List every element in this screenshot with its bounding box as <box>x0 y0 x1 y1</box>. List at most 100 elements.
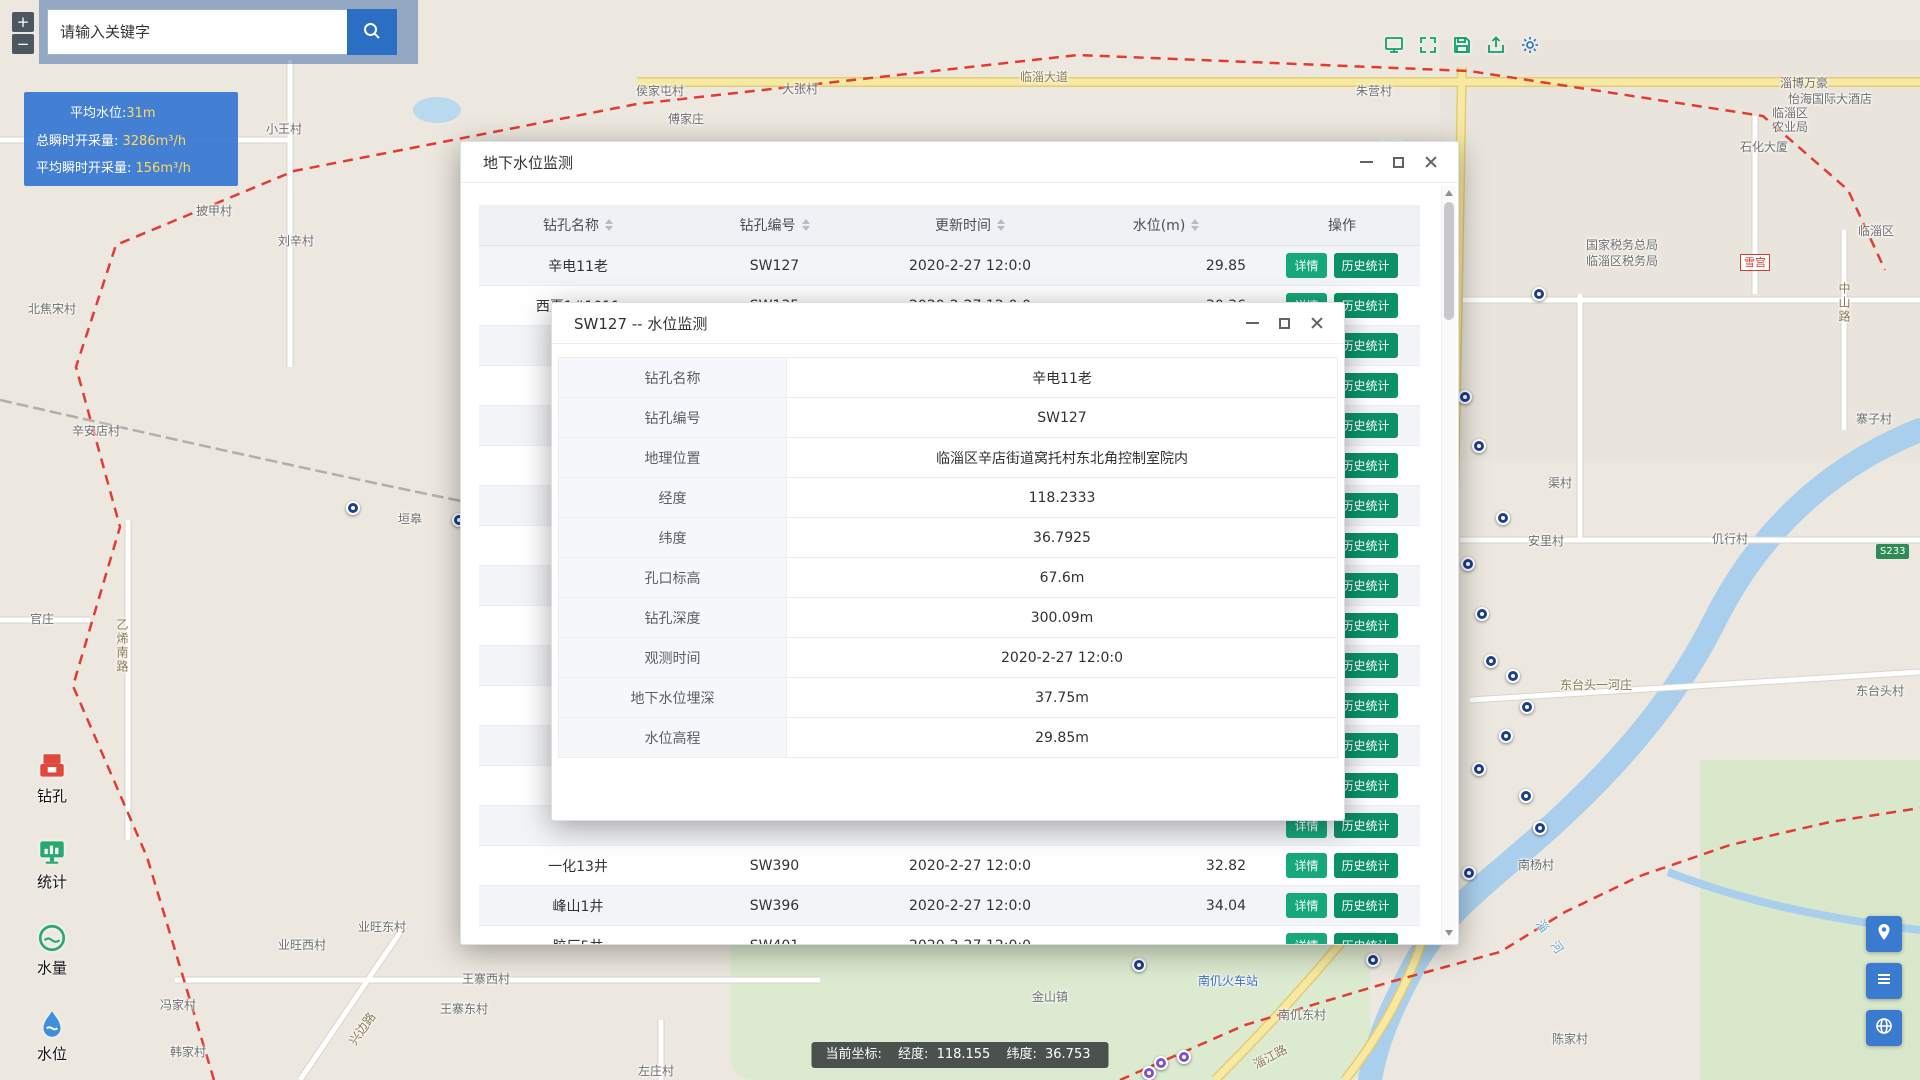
sort-asc-icon[interactable] <box>802 219 810 224</box>
well-marker[interactable] <box>1472 762 1486 776</box>
column-header-0[interactable]: 钻孔名称 <box>479 205 677 245</box>
settings-icon[interactable] <box>1520 35 1540 55</box>
sort-desc-icon[interactable] <box>997 226 1005 231</box>
sort-icon[interactable] <box>802 219 810 231</box>
dialog-titlebar[interactable]: 地下水位监测 <box>461 142 1458 183</box>
map-label: 辛安店村 <box>72 422 120 439</box>
close-icon[interactable] <box>1424 154 1438 170</box>
column-header-4: 操作 <box>1264 205 1420 245</box>
dialog-titlebar[interactable]: SW127 -- 水位监测 <box>552 303 1344 344</box>
well-marker[interactable] <box>1533 821 1547 835</box>
well-marker[interactable] <box>1520 700 1534 714</box>
detail-button[interactable]: 详情 <box>1286 893 1326 918</box>
well-marker[interactable] <box>1458 390 1472 404</box>
maximize-icon[interactable] <box>1393 154 1404 170</box>
history-stats-button[interactable]: 历史统计 <box>1334 253 1398 278</box>
well-marker[interactable] <box>1532 287 1546 301</box>
well-marker[interactable] <box>1519 789 1533 803</box>
sort-asc-icon[interactable] <box>605 219 613 224</box>
well-marker[interactable] <box>1496 511 1510 525</box>
sort-icon[interactable] <box>605 219 613 231</box>
volume-icon <box>36 922 68 954</box>
legend-item-level[interactable]: 水位 <box>36 1008 68 1064</box>
history-stats-button[interactable]: 历史统计 <box>1334 933 1398 944</box>
legend-item-stats[interactable]: 统计 <box>36 836 68 892</box>
sort-desc-icon[interactable] <box>802 226 810 231</box>
poi-marker[interactable] <box>1142 1066 1156 1080</box>
field-value: 29.85m <box>787 718 1337 757</box>
minimize-icon[interactable] <box>1360 154 1373 170</box>
column-header-1[interactable]: 钻孔编号 <box>677 205 872 245</box>
window-controls <box>1246 315 1324 331</box>
stat-label: 平均瞬时开采量: <box>36 161 136 176</box>
scroll-down-icon[interactable] <box>1445 930 1453 936</box>
sort-desc-icon[interactable] <box>1191 226 1199 231</box>
map-label: 中山路 <box>1836 282 1853 324</box>
map-label: 仉行村 <box>1712 530 1748 547</box>
map-label: 陈家村 <box>1552 1030 1588 1047</box>
zoom-in-button[interactable]: + <box>12 12 34 32</box>
detail-row: 观测时间2020-2-27 12:0:0 <box>559 638 1337 678</box>
legend-item-borehole[interactable]: 钻孔 <box>36 750 68 806</box>
window-controls <box>1360 154 1438 170</box>
save-icon[interactable] <box>1452 35 1472 55</box>
map-label: 傅家庄 <box>668 110 704 127</box>
field-value: 118.2333 <box>787 478 1337 517</box>
map-label: 刘辛村 <box>278 232 314 249</box>
scrollbar-thumb[interactable] <box>1444 202 1454 320</box>
map-label: 临淄区 <box>1858 222 1894 239</box>
basemap-button[interactable] <box>1866 1010 1902 1046</box>
detail-button[interactable]: 详情 <box>1286 853 1326 878</box>
scroll-up-icon[interactable] <box>1445 190 1453 196</box>
fullscreen-icon[interactable] <box>1418 35 1438 55</box>
well-marker[interactable] <box>1472 439 1486 453</box>
sort-icon[interactable] <box>997 219 1005 231</box>
sort-asc-icon[interactable] <box>997 219 1005 224</box>
monitor-icon[interactable] <box>1384 35 1404 55</box>
cell-level: 29.85 <box>1068 246 1264 285</box>
sort-icon[interactable] <box>1191 219 1199 231</box>
column-header-2[interactable]: 更新时间 <box>872 205 1068 245</box>
well-marker[interactable] <box>1506 669 1520 683</box>
well-marker[interactable] <box>1475 607 1489 621</box>
history-stats-button[interactable]: 历史统计 <box>1334 853 1398 878</box>
column-label: 更新时间 <box>935 215 991 235</box>
detail-button[interactable]: 详情 <box>1286 933 1326 944</box>
vertical-scrollbar[interactable] <box>1441 186 1456 940</box>
legend-item-volume[interactable]: 水量 <box>36 922 68 978</box>
poi-marker[interactable] <box>1177 1050 1191 1064</box>
well-marker[interactable] <box>1462 866 1476 880</box>
cell-time: 2020-2-27 12:0:0 <box>872 926 1068 944</box>
close-icon[interactable] <box>1310 315 1324 331</box>
detail-row: 钻孔名称辛电11老 <box>559 358 1337 398</box>
stat-line: 平均瞬时开采量: 156m³/h <box>36 157 226 176</box>
export-icon[interactable] <box>1486 35 1506 55</box>
well-marker[interactable] <box>1366 953 1380 967</box>
well-marker[interactable] <box>346 501 360 515</box>
field-label: 孔口标高 <box>559 558 787 597</box>
locate-button[interactable] <box>1866 916 1902 952</box>
minimize-icon[interactable] <box>1246 315 1259 331</box>
search-button[interactable] <box>347 9 397 55</box>
sort-asc-icon[interactable] <box>1191 219 1199 224</box>
dialog-title: SW127 -- 水位监测 <box>574 313 1246 334</box>
field-label: 水位高程 <box>559 718 787 757</box>
well-marker[interactable] <box>1484 654 1498 668</box>
zoom-out-button[interactable]: − <box>12 34 34 54</box>
legend-label: 统计 <box>37 871 67 892</box>
sort-desc-icon[interactable] <box>605 226 613 231</box>
detail-button[interactable]: 详情 <box>1286 253 1326 278</box>
well-marker[interactable] <box>1499 729 1513 743</box>
layers-list-button[interactable] <box>1866 963 1902 999</box>
field-value: 36.7925 <box>787 518 1337 557</box>
history-stats-button[interactable]: 历史统计 <box>1334 893 1398 918</box>
map-label: 韩家村 <box>170 1043 206 1060</box>
well-marker[interactable] <box>1461 557 1475 571</box>
column-header-3[interactable]: 水位(m) <box>1068 205 1264 245</box>
maximize-icon[interactable] <box>1279 315 1290 331</box>
well-marker[interactable] <box>1132 958 1146 972</box>
search-input[interactable] <box>47 9 347 55</box>
longitude-label: 经度: <box>898 1047 928 1062</box>
cell-level <box>1068 926 1264 944</box>
poi-marker[interactable] <box>1154 1056 1168 1070</box>
